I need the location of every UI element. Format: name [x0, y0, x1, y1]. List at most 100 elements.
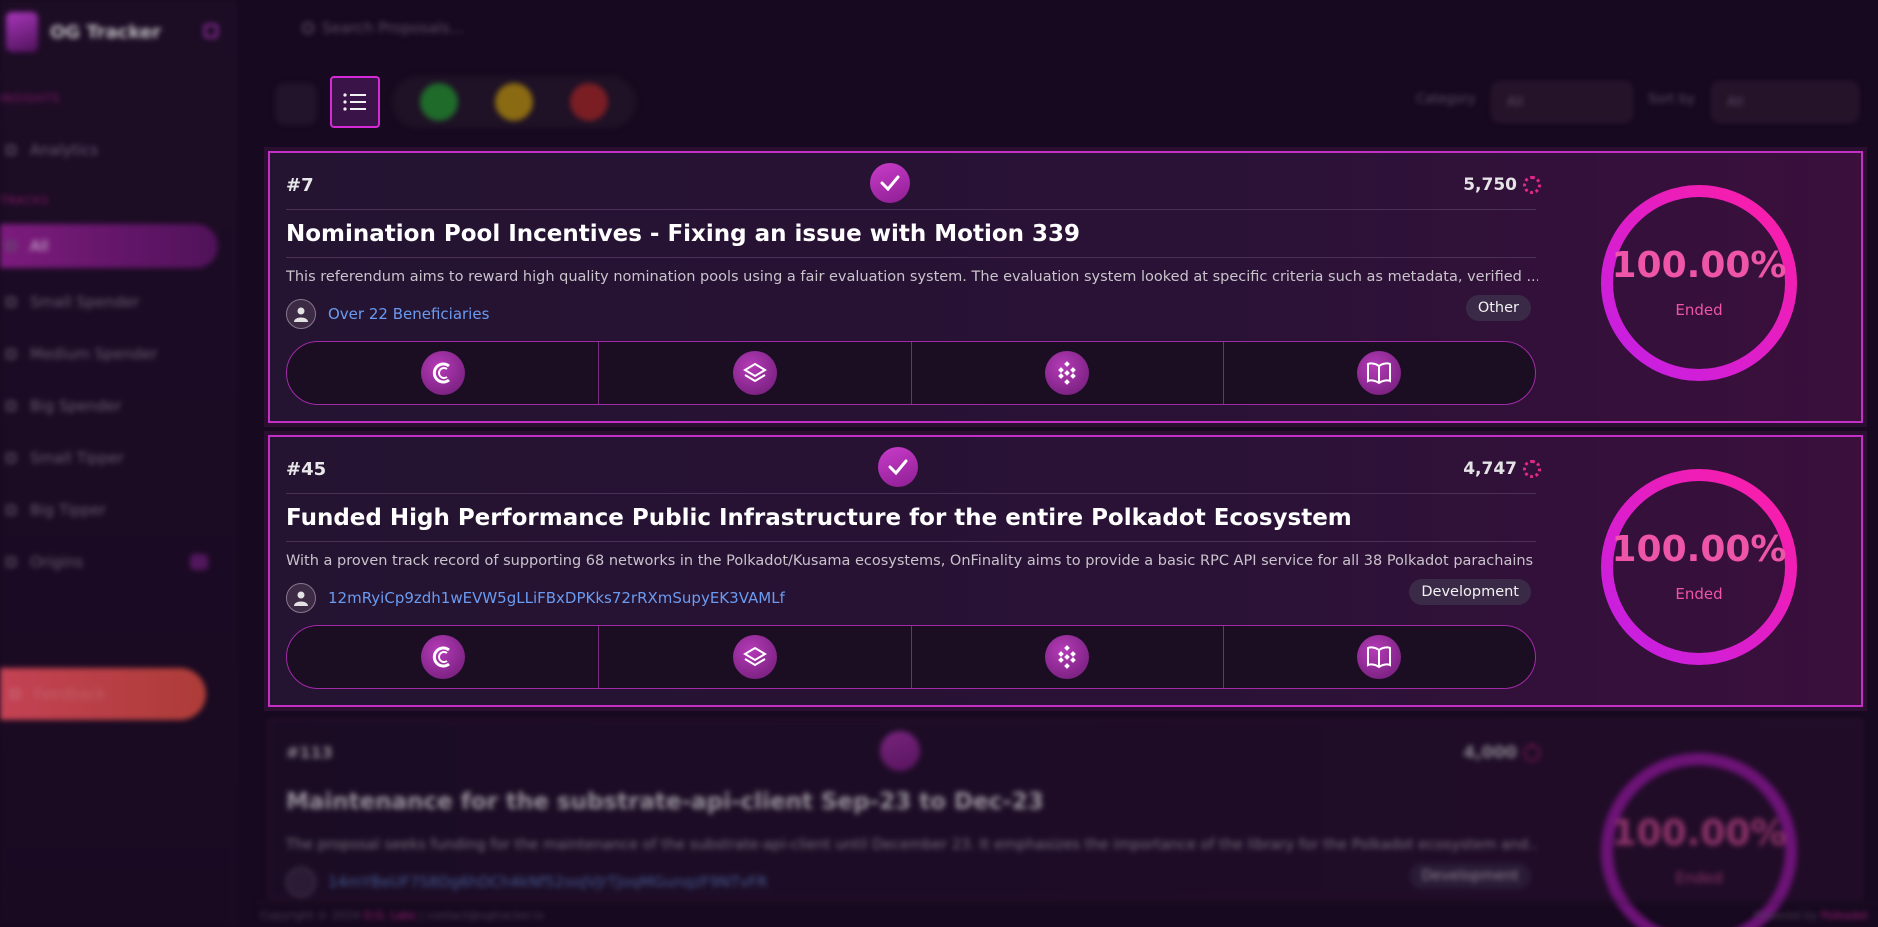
beneficiary-link[interactable]: 12mRyiCp9zdh1wEVW5gLLiFBxDPKks72rRXmSupy… [328, 589, 785, 607]
chevron-right-icon [6, 349, 16, 359]
category-label: Category [1416, 92, 1476, 107]
amount-value: 5,750 [1463, 175, 1517, 195]
sidebar-item-big-spender[interactable]: Big Spender [0, 384, 218, 428]
feedback-icon [10, 689, 20, 699]
category-badge: Other [1465, 295, 1531, 321]
feedback-label: Feedback [34, 685, 106, 703]
approved-check-icon [870, 163, 910, 203]
avatar-icon [286, 867, 316, 897]
amount-value: 4,747 [1463, 459, 1517, 479]
proposal-card[interactable]: #45 4,747 Funded High Performance Public… [268, 435, 1863, 707]
beneficiary: 14mYBeUF7S8Dg6hDCh4kNf52ooJVJrTJoqMGunqz… [286, 867, 767, 897]
dot-token-icon [1523, 460, 1541, 478]
powered-brand[interactable]: Polkadot [1821, 909, 1868, 922]
polkassembly-link-icon[interactable] [1045, 635, 1090, 679]
status-approved-button[interactable] [420, 83, 459, 121]
sidebar-item-label: Small Spender [30, 293, 140, 311]
sortby-label: Sort by [1648, 92, 1695, 107]
contact-link[interactable]: contact@ogtracker.io [427, 909, 544, 922]
divider [286, 209, 1536, 210]
app-logo[interactable]: OG Tracker [6, 12, 161, 52]
feedback-button[interactable]: Feedback [0, 668, 206, 720]
polkassembly-link-icon[interactable] [1045, 351, 1090, 395]
proposal-description: This referendum aims to reward high qual… [286, 269, 1538, 285]
percent-value: 100.00% [1611, 529, 1787, 570]
beneficiary-link[interactable]: Over 22 Beneficiaries [328, 305, 489, 323]
origins-badge [190, 554, 208, 570]
sidebar-item-analytics[interactable]: Analytics [0, 128, 218, 172]
chevron-right-icon [6, 453, 16, 463]
category-badge: Development [1409, 579, 1531, 605]
list-view-button[interactable] [330, 76, 380, 128]
sidebar-item-big-tipper[interactable]: Big Tipper [0, 488, 218, 532]
category-select[interactable]: All [1492, 82, 1632, 122]
divider [286, 541, 1536, 542]
chevron-right-icon [6, 557, 16, 567]
chevron-right-icon [6, 505, 16, 515]
percent-value: 100.00% [1611, 813, 1787, 854]
divider [286, 493, 1536, 494]
logo-icon [6, 12, 38, 52]
proposal-amount: 5,750 [1463, 175, 1541, 195]
proposal-number: #7 [286, 175, 314, 196]
sidebar-item-medium-spender[interactable]: Medium Spender [0, 332, 218, 376]
beneficiary-link[interactable]: 14mYBeUF7S8Dg6hDCh4kNf52ooJVJrTJoqMGunqz… [328, 873, 767, 891]
proposal-card[interactable]: #7 5,750 Nomination Pool Incentives - Fi… [268, 151, 1863, 423]
list-icon [343, 93, 366, 111]
approved-check-icon [878, 447, 918, 487]
sidebar-item-origins[interactable]: Origins [0, 540, 218, 584]
chart-icon [6, 145, 16, 155]
proposal-title[interactable]: Maintenance for the substrate-api-client… [286, 789, 1044, 815]
divider [286, 257, 1536, 258]
collapse-sidebar-icon[interactable] [204, 24, 218, 38]
sidebar-item-label: Origins [30, 553, 84, 571]
filter-toolbar: Category All Sort by All [272, 72, 1858, 128]
percent-value: 100.00% [1611, 245, 1787, 286]
subscan-link-icon[interactable] [732, 351, 777, 395]
dot-token-icon [1523, 176, 1541, 194]
progress-gauge: 100.00% Ended [1599, 751, 1799, 927]
status-label: Ended [1675, 869, 1723, 887]
search-placeholder: Search Proposals... [322, 19, 465, 37]
status-label: Ended [1675, 301, 1723, 319]
top-bar: Search Proposals... [262, 0, 1878, 56]
proposal-title[interactable]: Nomination Pool Incentives - Fixing an i… [286, 221, 1080, 247]
powered-label: Powered by [1753, 908, 1818, 922]
status-rejected-button[interactable] [569, 83, 608, 121]
subsquare-link-icon[interactable] [420, 635, 465, 679]
footer: Copyright © 2024 O.G. Labs | contact@ogt… [258, 902, 1878, 927]
footer-brand-link[interactable]: O.G. Labs [363, 909, 416, 922]
proposal-number: #45 [286, 459, 327, 480]
beneficiary: Over 22 Beneficiaries [286, 299, 489, 329]
status-pending-button[interactable] [494, 83, 533, 121]
proposal-title[interactable]: Funded High Performance Public Infrastru… [286, 505, 1352, 531]
sidebar-item-all[interactable]: All [0, 224, 218, 268]
search-icon [302, 22, 314, 34]
docs-book-icon[interactable] [1357, 351, 1402, 395]
grid-view-button[interactable] [276, 84, 316, 124]
sidebar-item-small-spender[interactable]: Small Spender [0, 280, 218, 324]
proposal-card[interactable]: #113 4,000 Maintenance for the substrate… [268, 719, 1863, 927]
sidebar: OG Tracker INSIGHTS Analytics TRACKS All… [0, 0, 236, 927]
subsquare-link-icon[interactable] [420, 351, 465, 395]
status-label: Ended [1675, 585, 1723, 603]
subscan-link-icon[interactable] [732, 635, 777, 679]
proposal-description: The proposal seeks funding for the maint… [286, 837, 1538, 853]
proposal-amount: 4,000 [1463, 743, 1541, 763]
progress-gauge: 100.00% Ended [1599, 467, 1799, 667]
sidebar-item-label: Medium Spender [30, 345, 158, 363]
chevron-right-icon [6, 297, 16, 307]
sortby-value: All [1727, 94, 1744, 110]
progress-gauge: 100.00% Ended [1599, 183, 1799, 383]
sortby-select[interactable]: All [1712, 82, 1858, 122]
proposal-description: With a proven track record of supporting… [286, 553, 1534, 569]
search-input[interactable]: Search Proposals... [262, 19, 464, 37]
amount-value: 4,000 [1463, 743, 1517, 763]
external-links-bar [286, 341, 1536, 405]
sidebar-item-small-tipper[interactable]: Small Tipper [0, 436, 218, 480]
proposal-number: #113 [286, 743, 333, 762]
beneficiary: 12mRyiCp9zdh1wEVW5gLLiFBxDPKks72rRXmSupy… [286, 583, 785, 613]
app-title: OG Tracker [50, 21, 161, 43]
sidebar-section-insights: INSIGHTS [0, 92, 61, 105]
docs-book-icon[interactable] [1357, 635, 1402, 679]
